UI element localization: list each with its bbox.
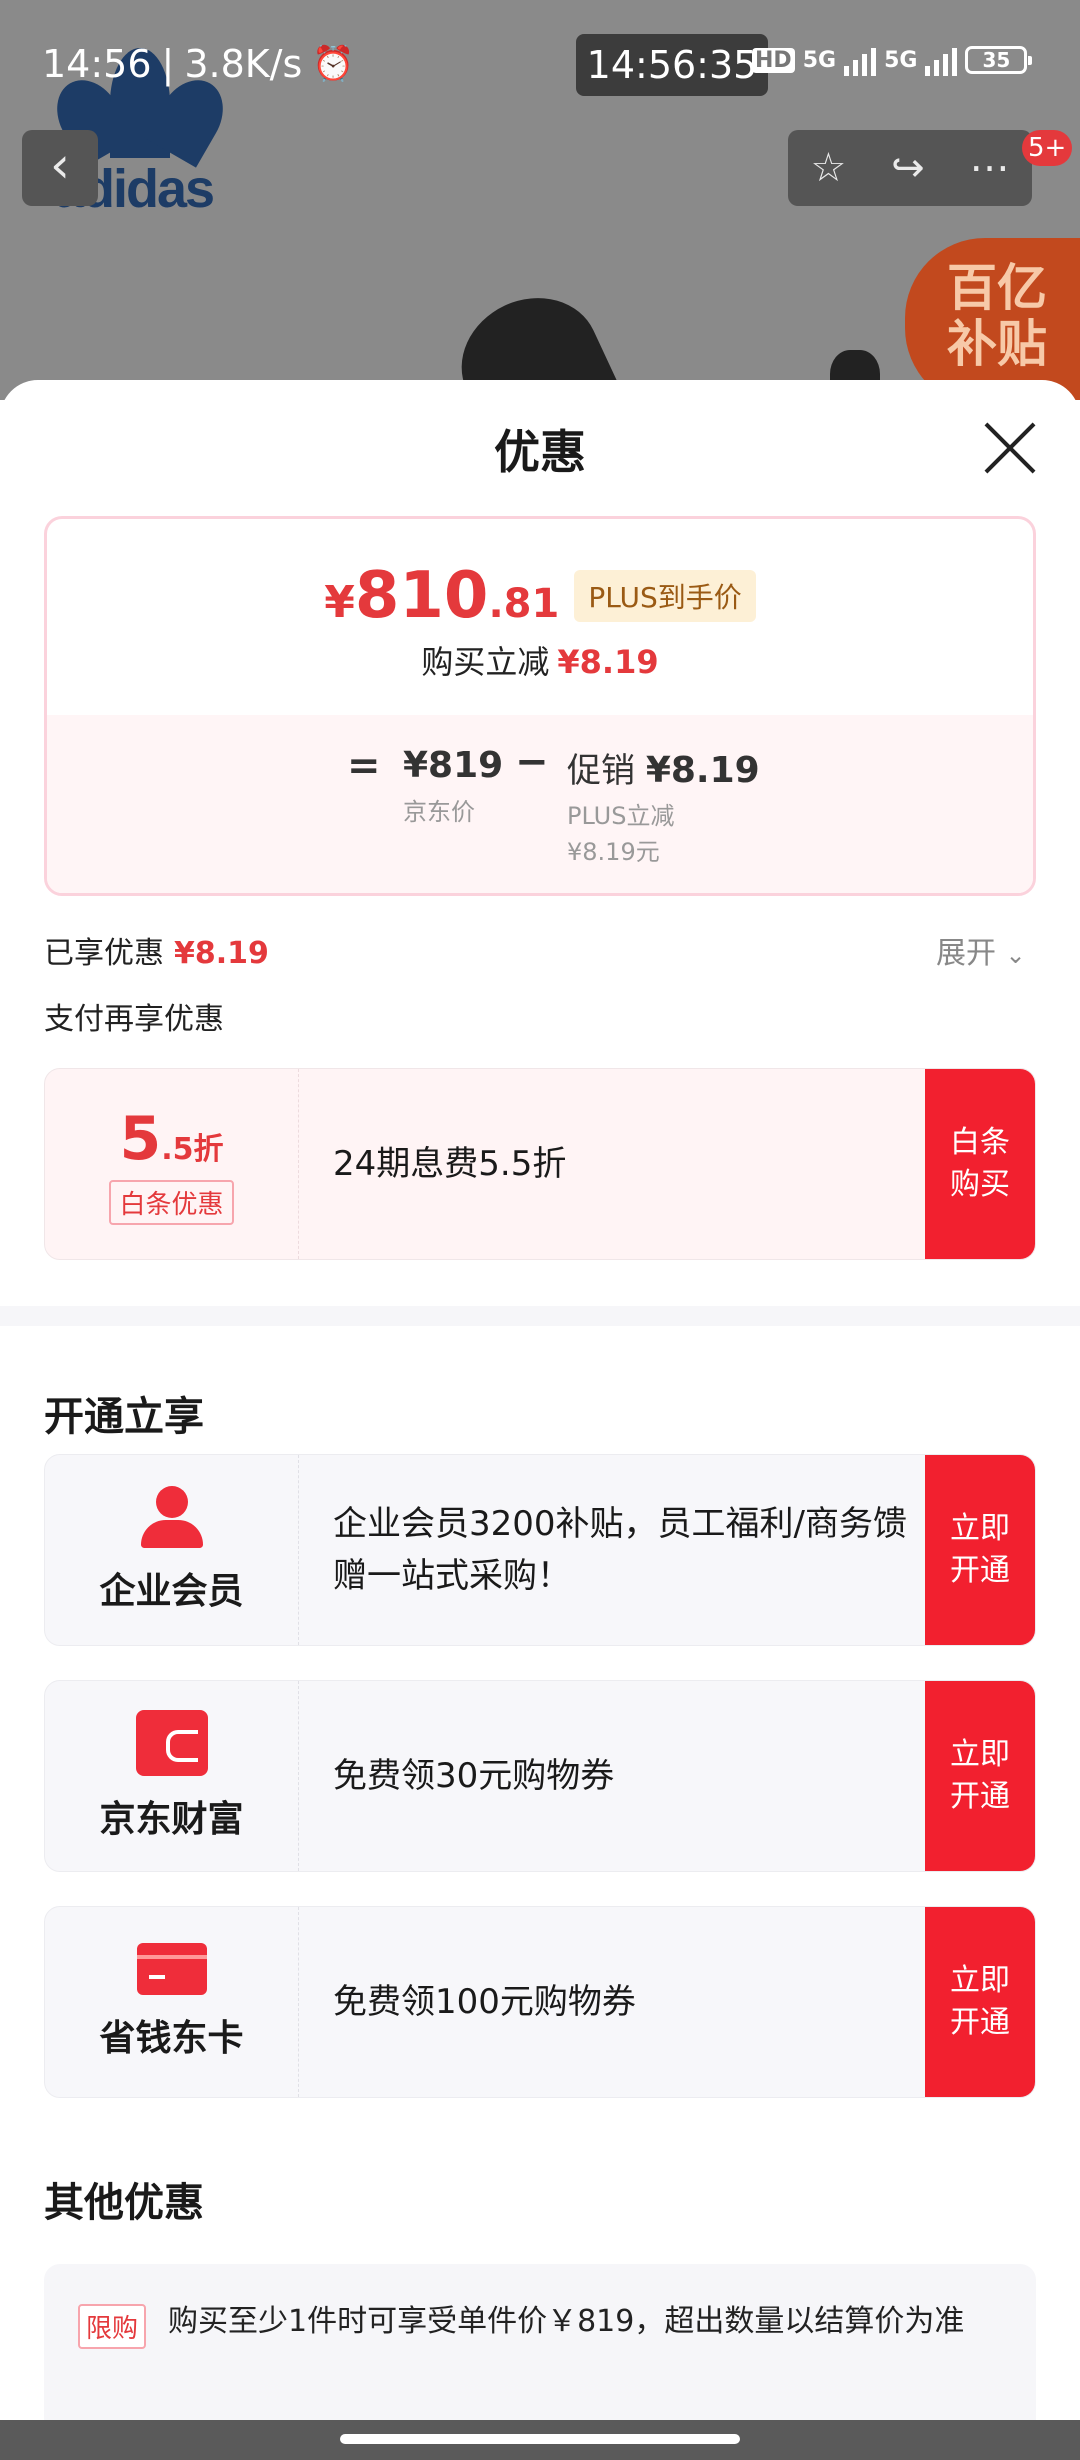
minus-sign: − [515, 739, 549, 785]
open-item-desc: 企业会员3200补贴，员工福利/商务馈赠一站式采购！ [333, 1504, 907, 1596]
jd-price-block: ¥819 京东价 [403, 745, 503, 827]
baitiao-tag: 白条优惠 [109, 1179, 234, 1225]
share-icon[interactable]: ↪ [891, 145, 925, 191]
gesture-bar [0, 2420, 1080, 2460]
signal-icon [844, 44, 877, 76]
promo-label: 促销 [567, 751, 635, 791]
open-item-jd-wealth[interactable]: 京东财富 免费领30元购物券 立即开通 [44, 1680, 1036, 1872]
baitiao-offer-row[interactable]: 5.5折 白条优惠 24期息费5.5折 白条购买 [44, 1068, 1036, 1260]
open-now-button[interactable]: 立即 开通 [925, 1681, 1035, 1871]
enjoyed-value: ¥8.19 [174, 936, 269, 971]
discount-dec: .5折 [161, 1131, 224, 1167]
status-time: 14:56 [42, 42, 152, 86]
subsidy-line-1: 百亿 [947, 259, 1047, 317]
network-5g-2: 5G [884, 47, 918, 73]
other-section-title: 其他优惠 [44, 2180, 204, 2226]
cta-line-2: 开通 [950, 1779, 1010, 1814]
price-decimal: .81 [488, 581, 560, 627]
enjoyed-discount: 已享优惠 ¥8.19 [44, 928, 269, 972]
subsidy-badge[interactable]: 百亿 补贴 [905, 238, 1080, 400]
enjoyed-label: 已享优惠 [44, 936, 164, 971]
open-item-left: 京东财富 [45, 1681, 299, 1871]
jd-price-value: ¥819 [403, 745, 504, 786]
limit-text: 购买至少1件时可享受单件价￥819，超出数量以结算价为准 [168, 2304, 965, 2339]
person-icon [139, 1486, 205, 1548]
open-item-desc: 免费领100元购物券 [333, 1982, 636, 2022]
open-item-name: 企业会员 [99, 1571, 244, 1612]
status-bar: 14:56 | 3.8K/s ⏰ 14:56:35 HD 5G 5G 35 [0, 30, 1080, 100]
price-integer: 810 [354, 559, 489, 633]
signal-icon-2 [925, 44, 958, 76]
alarm-icon: ⏰ [312, 44, 355, 84]
net-speed: 3.8K/s [184, 42, 303, 86]
promo-sub-label: PLUS立减 [567, 802, 675, 830]
message-badge: 5+ [1022, 130, 1073, 166]
cta-line-2: 开通 [950, 2005, 1010, 2040]
expand-toggle[interactable]: 展开 ⌄ [936, 928, 1026, 972]
discount-int: 5 [119, 1103, 162, 1174]
price-currency: ¥ [324, 577, 355, 628]
open-item-enterprise[interactable]: 企业会员 企业会员3200补贴，员工福利/商务馈赠一站式采购！ 立即开通 [44, 1454, 1036, 1646]
open-now-button[interactable]: 立即 开通 [925, 1455, 1035, 1645]
cta-line-1: 立即 [950, 1511, 1010, 1546]
wallet-icon [135, 1710, 208, 1776]
cta-line-1: 白条 [950, 1125, 1010, 1160]
cta-line-1: 立即 [950, 1963, 1010, 1998]
home-indicator[interactable] [340, 2434, 740, 2444]
open-item-desc: 免费领30元购物券 [333, 1756, 615, 1796]
network-5g-1: 5G [802, 47, 837, 73]
instant-cut-value: ¥8.19 [557, 643, 659, 681]
baitiao-discount: 5.5折 白条优惠 [45, 1069, 299, 1259]
price-breakdown-card: ¥810.81 PLUS到手价 购买立减 ¥8.19 = ¥819 京东价 − 促… [44, 516, 1036, 896]
open-section-title: 开通立享 [44, 1394, 204, 1440]
top-action-bar: ☆ ↪ ⋯ [788, 130, 1032, 206]
hd-icon: HD [752, 47, 795, 73]
close-icon[interactable] [980, 418, 1040, 478]
back-button[interactable]: ‹ [22, 130, 98, 206]
instant-cut-label: 购买立减 [421, 643, 550, 681]
expand-label: 展开 [936, 936, 996, 971]
open-item-left: 企业会员 [45, 1455, 299, 1645]
subsidy-line-2: 补贴 [947, 315, 1047, 373]
plus-price-tag: PLUS到手价 [574, 570, 756, 622]
promo-value: ¥8.19 [645, 750, 760, 791]
open-now-button[interactable]: 立即 开通 [925, 1907, 1035, 2097]
equals-sign: = [347, 743, 381, 789]
price-formula: = ¥819 京东价 − 促销 ¥8.19 PLUS立减 ¥8.19元 [47, 715, 1033, 893]
more-icon[interactable]: ⋯ [970, 145, 1010, 191]
jd-price-label: 京东价 [403, 798, 475, 826]
discount-number: 5.5折 [119, 1104, 223, 1174]
battery-icon: 35 [965, 46, 1033, 74]
cta-line-2: 开通 [950, 1553, 1010, 1588]
favorite-star-icon[interactable]: ☆ [810, 145, 846, 191]
baitiao-buy-button[interactable]: 白条 购买 [925, 1069, 1035, 1259]
promo-sub-value: ¥8.19元 [567, 838, 660, 866]
instant-cut-line: 购买立减 ¥8.19 [47, 637, 1033, 683]
baitiao-desc: 24期息费5.5折 [333, 1144, 567, 1184]
discount-sheet: 优惠 ¥810.81 PLUS到手价 购买立减 ¥8.19 = ¥819 京东价 … [0, 380, 1080, 2420]
card-icon [136, 1943, 207, 1995]
pay-more-title: 支付再享优惠 [44, 1002, 224, 1037]
final-price: ¥810.81 [324, 559, 559, 633]
open-item-left: 省钱东卡 [45, 1907, 299, 2097]
purchase-limit-box: 限购 购买至少1件时可享受单件价￥819，超出数量以结算价为准 [44, 2264, 1036, 2420]
clock-overlay: 14:56:35 [576, 34, 768, 96]
open-item-saving-card[interactable]: 省钱东卡 免费领100元购物券 立即开通 [44, 1906, 1036, 2098]
cta-line-1: 立即 [950, 1737, 1010, 1772]
chevron-down-icon: ⌄ [1005, 941, 1026, 969]
cta-line-2: 购买 [950, 1167, 1010, 1202]
sheet-title: 优惠 [494, 425, 586, 479]
open-item-name: 京东财富 [99, 1799, 244, 1840]
open-item-name: 省钱东卡 [99, 2018, 244, 2059]
status-separator: | [161, 42, 175, 86]
limit-tag: 限购 [78, 2304, 147, 2349]
price-summary: ¥810.81 PLUS到手价 购买立减 ¥8.19 [47, 519, 1033, 715]
promo-block: 促销 ¥8.19 PLUS立减 ¥8.19元 [567, 743, 760, 870]
section-divider [0, 1306, 1080, 1326]
